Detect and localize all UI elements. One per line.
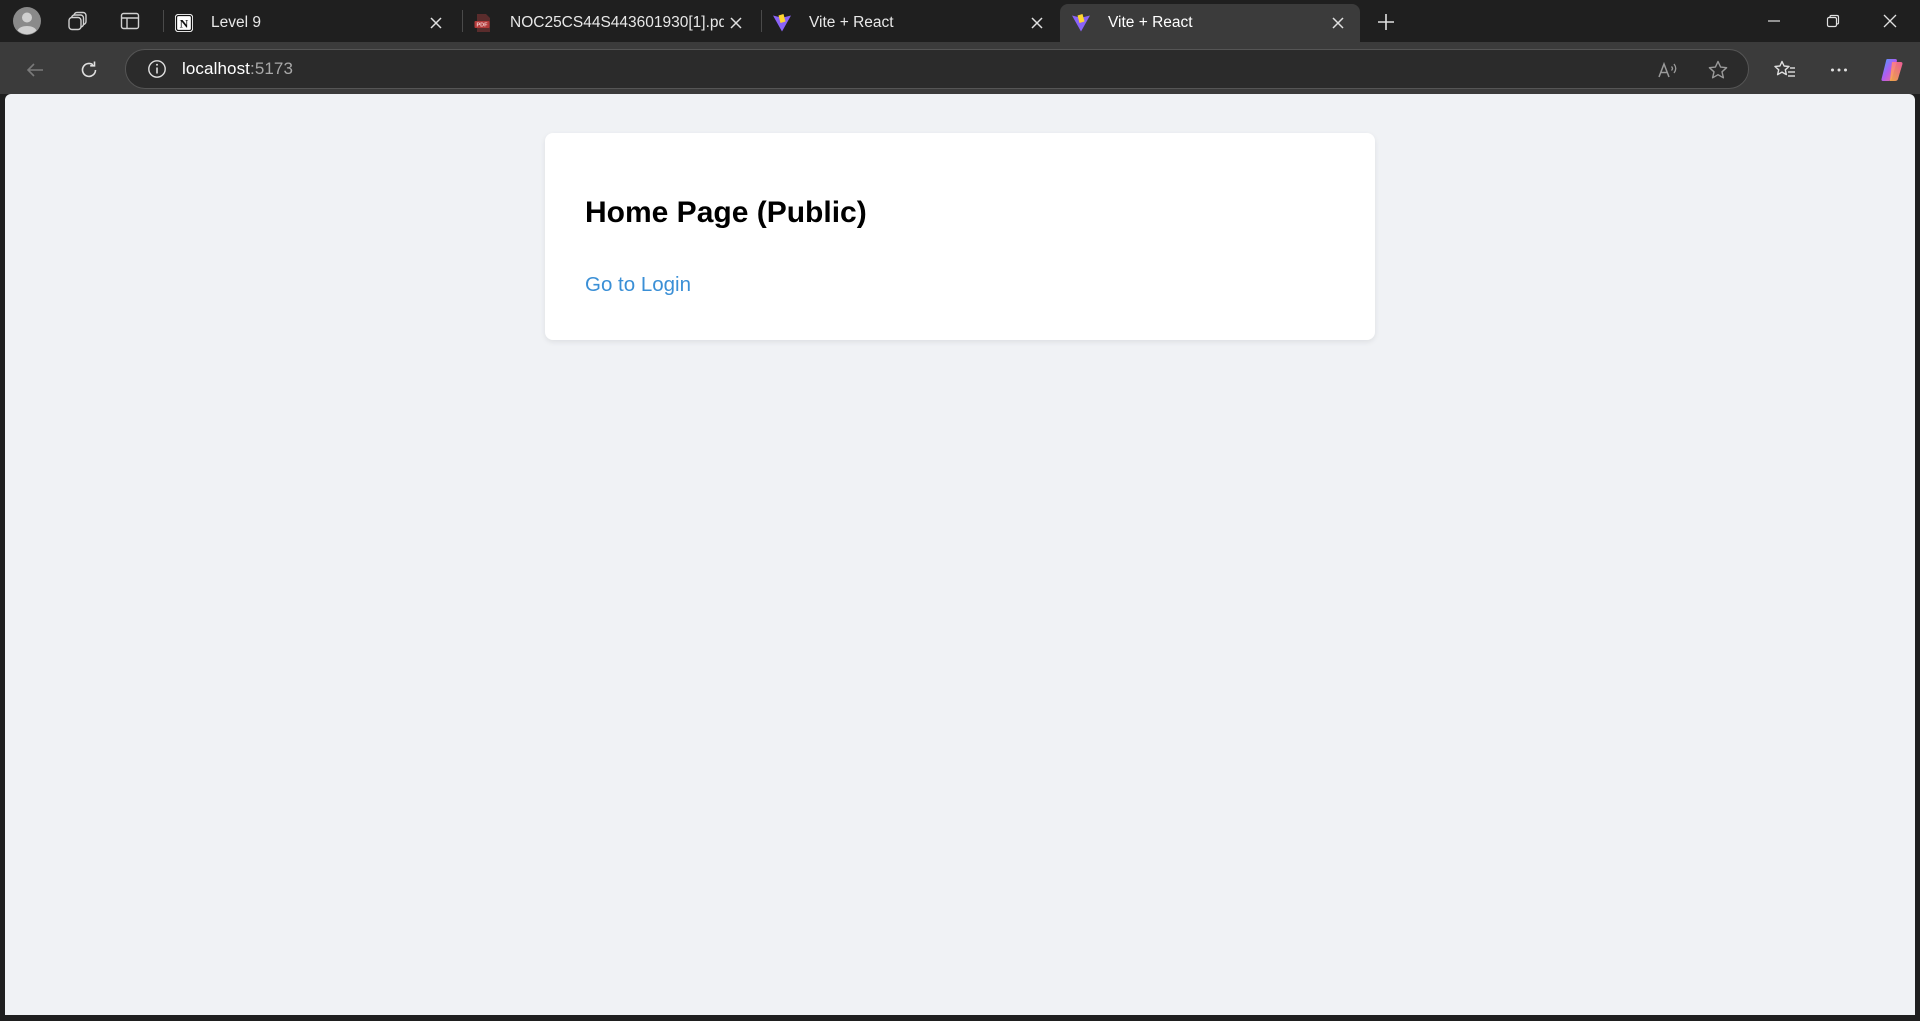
back-button[interactable] (17, 52, 53, 88)
star-icon (1708, 60, 1728, 79)
svg-text:PDF: PDF (477, 23, 489, 29)
minimize-icon (1768, 20, 1780, 22)
profile-button[interactable] (5, 5, 49, 37)
workspaces-icon (68, 11, 87, 31)
vertical-tabs-icon (120, 12, 140, 30)
url-port: :5173 (250, 59, 294, 78)
tab-title: Vite + React (809, 14, 894, 31)
read-aloud-button[interactable] (1650, 52, 1686, 88)
tab-actions-button[interactable] (108, 5, 152, 37)
refresh-icon (81, 61, 97, 78)
copilot-icon (1881, 59, 1903, 81)
minimize-button[interactable] (1746, 0, 1802, 42)
notion-icon: N (173, 12, 195, 34)
refresh-button[interactable] (71, 52, 107, 88)
address-bar[interactable]: localhost:5173 (125, 49, 1749, 89)
go-to-login-link[interactable]: Go to Login (585, 273, 691, 297)
back-arrow-icon (26, 63, 43, 77)
svg-text:N: N (180, 17, 189, 31)
close-tab-icon[interactable] (424, 11, 448, 35)
url-host: localhost (182, 59, 250, 78)
close-window-button[interactable] (1862, 0, 1918, 42)
tab-vite-react-active[interactable]: Vite + React (1060, 4, 1360, 42)
tab-vite-react[interactable]: Vite + React (761, 4, 1059, 42)
site-info-icon[interactable] (136, 49, 178, 89)
profile-avatar-icon (13, 7, 41, 35)
new-tab-button[interactable] (1370, 6, 1402, 38)
close-icon (1883, 14, 1897, 28)
url-text: localhost:5173 (182, 59, 293, 79)
more-options-icon (1831, 68, 1847, 72)
settings-menu-button[interactable] (1821, 52, 1857, 88)
content-card: Home Page (Public) Go to Login (545, 133, 1375, 340)
restore-button[interactable] (1805, 0, 1861, 42)
page-viewport: Home Page (Public) Go to Login (5, 94, 1915, 1015)
tab-title: NOC25CS44S443601930[1].pdf (510, 14, 724, 31)
browser-window: N Level 9 PDF NOC25CS44S443601930[1].pdf (0, 0, 1920, 1021)
vite-icon (771, 12, 793, 34)
workspaces-button[interactable] (56, 5, 100, 37)
favorites-button[interactable] (1767, 52, 1803, 88)
favorites-list-icon (1774, 60, 1795, 77)
restore-icon (1826, 14, 1840, 28)
close-tab-icon[interactable] (1025, 11, 1049, 35)
browser-toolbar: localhost:5173 (0, 42, 1920, 94)
tab-pdf-document[interactable]: PDF NOC25CS44S443601930[1].pdf (462, 4, 758, 42)
read-aloud-icon (1658, 61, 1677, 78)
copilot-button[interactable] (1874, 52, 1910, 88)
close-tab-icon[interactable] (1326, 11, 1350, 35)
favorite-button[interactable] (1700, 52, 1736, 88)
tab-strip: N Level 9 PDF NOC25CS44S443601930[1].pdf (0, 0, 1920, 42)
close-tab-icon[interactable] (724, 11, 748, 35)
page-title: Home Page (Public) (585, 196, 867, 229)
vite-icon (1070, 12, 1092, 34)
plus-icon (1378, 14, 1394, 30)
tab-title: Vite + React (1108, 14, 1193, 31)
pdf-icon: PDF (472, 12, 494, 34)
tab-title: Level 9 (211, 14, 261, 31)
tab-level-9[interactable]: N Level 9 (163, 4, 458, 42)
